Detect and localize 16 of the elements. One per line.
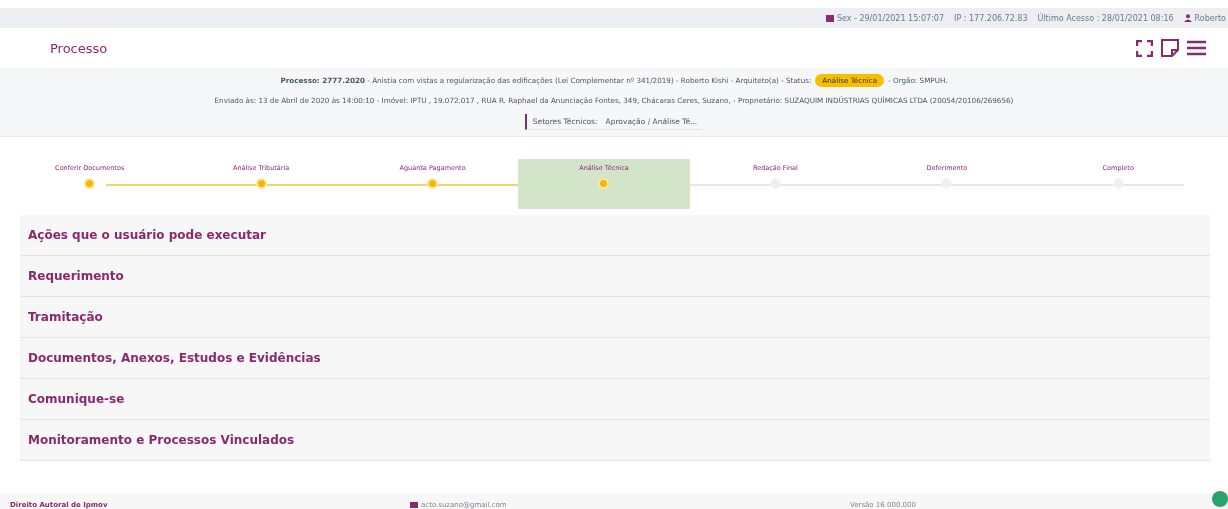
ip-address: IP : 177.206.72.83 — [954, 13, 1028, 23]
chat-button[interactable] — [1212, 491, 1228, 507]
note-icon[interactable] — [1161, 39, 1179, 57]
accordion-header[interactable]: Ações que o usuário pode executar — [20, 215, 1210, 256]
accordion-header[interactable]: Comunique-se — [20, 379, 1210, 420]
accordion-header[interactable]: Monitoramento e Processos Vinculados — [20, 420, 1210, 461]
menu-icon[interactable] — [1187, 40, 1206, 56]
user-name[interactable]: Roberto — [1194, 13, 1226, 23]
page-title: Processo — [50, 40, 108, 56]
accordion-header[interactable]: Requerimento — [20, 256, 1210, 297]
fullscreen-icon[interactable] — [1136, 39, 1153, 57]
last-access: Último Acesso : 28/01/2021 08:16 — [1037, 13, 1174, 23]
accordion-header[interactable]: Documentos, Anexos, Estudos e Evidências — [20, 338, 1210, 379]
accordion-header[interactable]: Tramitação — [20, 297, 1210, 338]
date-time: Sex - 29/01/2021 15:07:07 — [836, 13, 945, 23]
user-icon — [1183, 14, 1192, 22]
